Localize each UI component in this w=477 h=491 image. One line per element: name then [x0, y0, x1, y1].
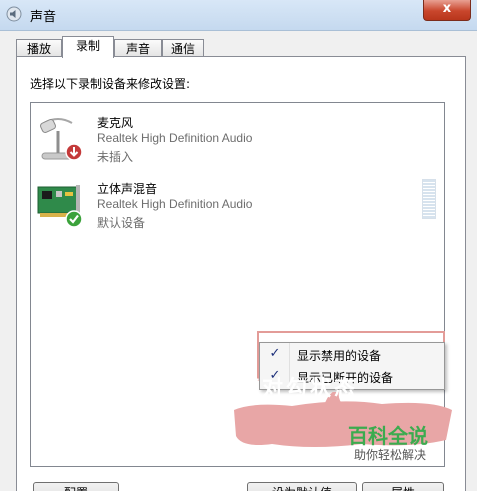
menu-item-label: 显示禁用的设备 [297, 349, 382, 363]
sound-dialog: 声音 x 播放 录制 声音 通信 选择以下录制设备来修改设置: 麦克风 Real… [0, 0, 477, 491]
default-check-icon [65, 210, 83, 228]
annotation-text: 打对勾状态 [238, 376, 358, 400]
properties-button[interactable]: 属性 [362, 482, 444, 491]
sound-card-icon [37, 185, 83, 228]
menu-separator [289, 343, 290, 365]
unplugged-badge-icon [65, 143, 83, 161]
device-name: 麦克风 [97, 116, 134, 130]
window-title: 声音 [30, 10, 57, 25]
checkmark-icon: ✓ [269, 346, 281, 361]
device-status: 未插入 [97, 150, 134, 164]
title-bar[interactable]: 声音 x [0, 0, 477, 31]
level-meter [422, 179, 436, 219]
tab-communications[interactable]: 通信 [162, 39, 204, 57]
device-list[interactable]: 麦克风 Realtek High Definition Audio 未插入 立体… [30, 102, 452, 467]
tab-recording[interactable]: 录制 [62, 36, 114, 58]
instruction-text: 选择以下录制设备来修改设置: [30, 77, 191, 91]
device-status: 默认设备 [97, 216, 146, 230]
set-default-button[interactable]: 设为默认值 [247, 482, 357, 491]
tab-playback[interactable]: 播放 [16, 39, 62, 57]
device-item-stereo-mix[interactable]: 立体声混音 Realtek High Definition Audio 默认设备 [31, 175, 444, 233]
configure-button[interactable]: 配置 [33, 482, 119, 491]
watermark-title: 百科全说 [348, 424, 428, 448]
close-button[interactable]: x [423, 0, 471, 21]
watermark-subtitle: 助你轻松解决 [354, 448, 427, 462]
device-description: Realtek High Definition Audio [97, 131, 253, 145]
menu-item-show-disabled[interactable]: ✓ 显示禁用的设备 [262, 343, 442, 365]
speaker-icon [6, 6, 22, 22]
device-name: 立体声混音 [97, 182, 158, 196]
tab-sounds[interactable]: 声音 [114, 39, 162, 57]
microphone-icon [40, 118, 83, 161]
device-item-microphone[interactable]: 麦克风 Realtek High Definition Audio 未插入 [31, 109, 444, 167]
close-icon: x [442, 1, 452, 16]
device-description: Realtek High Definition Audio [97, 197, 253, 211]
